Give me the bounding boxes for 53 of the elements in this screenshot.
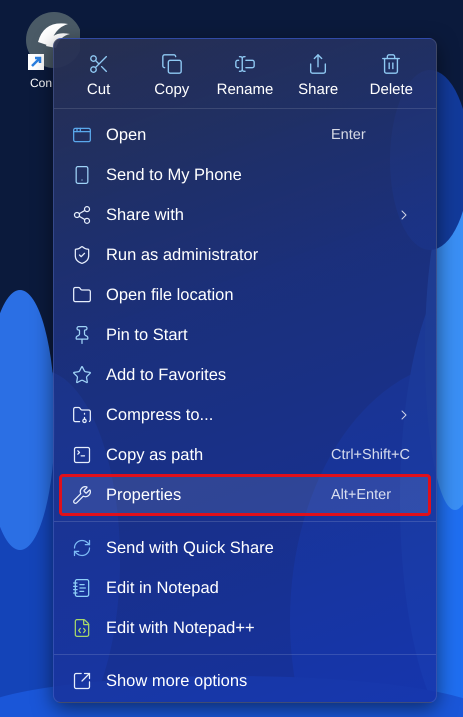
menu-item[interactable]: Share with bbox=[60, 195, 430, 235]
zip-folder-icon bbox=[72, 405, 92, 425]
menu-item[interactable]: Pin to Start bbox=[60, 315, 430, 355]
menu-item-label: Send to My Phone bbox=[106, 166, 243, 184]
toolbar-button[interactable]: Share bbox=[283, 49, 354, 102]
text-cursor-icon bbox=[234, 53, 256, 75]
menu-item-label: Copy as path bbox=[106, 446, 204, 464]
notebook-icon bbox=[72, 578, 92, 598]
menu-item-label: Add to Favorites bbox=[106, 366, 228, 384]
menu-item-label: Properties bbox=[106, 486, 182, 504]
menu-item[interactable]: Edit in Notepad bbox=[60, 568, 430, 608]
menu-item[interactable]: Properties Alt+Enter bbox=[60, 475, 430, 515]
terminal-icon bbox=[72, 445, 92, 465]
shortcut-label: Con bbox=[30, 76, 52, 90]
menu-item[interactable]: Send to My Phone bbox=[60, 155, 430, 195]
shortcut-text: Ctrl+Shift+C bbox=[331, 447, 410, 463]
expand-icon bbox=[72, 671, 92, 691]
notepad-icon bbox=[72, 618, 92, 638]
menu-item-label: Compress to... bbox=[106, 406, 214, 424]
folder-icon bbox=[72, 285, 92, 305]
refresh-icon bbox=[72, 538, 92, 558]
shortcut-text: Alt+Enter bbox=[331, 487, 392, 503]
menu-item[interactable]: Show more options bbox=[60, 661, 430, 701]
star-icon bbox=[72, 365, 92, 385]
menu-item-label: Open file location bbox=[106, 286, 234, 304]
menu-item-label: Show more options bbox=[106, 672, 248, 690]
menu-item-label: Share with bbox=[106, 206, 185, 224]
menu-item[interactable]: Send with Quick Share bbox=[60, 528, 430, 568]
copy-icon bbox=[160, 53, 183, 75]
trash-icon bbox=[380, 53, 402, 75]
toolbar-button[interactable]: Cut bbox=[64, 49, 134, 102]
window-icon bbox=[72, 125, 92, 145]
menu-item[interactable]: Run as administrator bbox=[60, 235, 430, 275]
menu-item[interactable]: Open file location bbox=[60, 275, 430, 315]
scissors-icon bbox=[88, 53, 110, 75]
menu-item[interactable]: Edit with Notepad++ bbox=[60, 608, 430, 648]
menu-item-label: Send with Quick Share bbox=[106, 538, 275, 558]
toolbar-button[interactable]: Rename bbox=[210, 49, 280, 102]
menu-item[interactable]: Copy as path Ctrl+Shift+C bbox=[60, 435, 430, 475]
menu-item-label: Pin to Start bbox=[106, 326, 189, 344]
menu-item-label: Edit in Notepad bbox=[106, 578, 220, 598]
share-icon bbox=[72, 205, 92, 225]
menu-item[interactable]: Compress to... bbox=[60, 395, 430, 435]
menu-item[interactable]: Add to Favorites bbox=[60, 355, 430, 395]
shortcut-text: Enter bbox=[331, 127, 366, 143]
menu-item-label: Run as administrator bbox=[106, 246, 260, 264]
menu-item-label: Edit with Notepad++ bbox=[106, 618, 256, 638]
toolbar-button[interactable]: Copy bbox=[136, 49, 207, 102]
menu-item[interactable]: Open Enter bbox=[60, 115, 430, 155]
shield-icon bbox=[72, 245, 92, 265]
menu-item-label: Open bbox=[106, 126, 148, 144]
wrench-icon bbox=[72, 485, 92, 505]
toolbar-button[interactable]: Delete bbox=[356, 49, 426, 102]
